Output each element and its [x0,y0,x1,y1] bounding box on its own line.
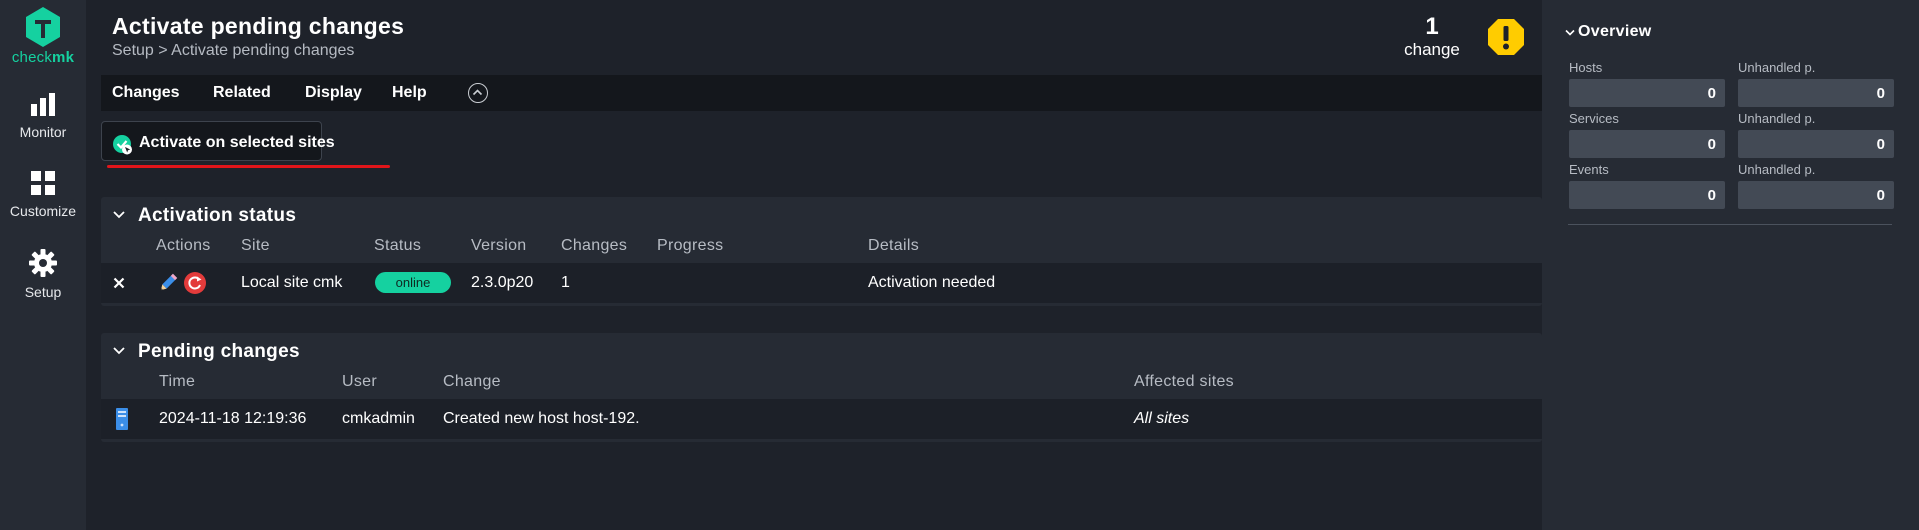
column-header: Status [374,237,422,254]
collapse-menu-icon[interactable] [468,83,488,103]
activation-status-columns: Actions Site Status Version Changes Prog… [101,233,1542,263]
site-changes: 1 [561,274,570,291]
pending-changes-panel: Pending changes Time User Change Affecte… [101,333,1542,442]
site-details: Activation needed [868,274,996,291]
column-header: Details [868,237,920,254]
stat-label-hosts: Hosts [1569,60,1603,75]
activate-selected-sites-button[interactable]: Activate on selected sites [101,121,335,161]
nav-item-setup[interactable]: Setup [0,248,86,300]
navigation-rail: checkmk Monitor Customize Setup [0,0,86,530]
sidebar-divider [1568,224,1892,225]
main-content: Activate pending changes Setup > Activat… [86,0,1542,530]
change-description: Created new host host-192. [443,410,640,427]
site-version: 2.3.0p20 [471,274,534,291]
close-icon[interactable] [112,276,126,290]
bar-chart-icon [31,93,55,116]
overview-sidebar: Overview Hosts Unhandled p. 0 0 Services… [1542,0,1919,530]
column-header: Actions [156,237,211,254]
nav-item-label: Monitor [19,124,67,140]
services-count[interactable]: 0 [1569,130,1725,158]
stat-value: 0 [1707,187,1716,204]
stat-value: 0 [1707,85,1716,102]
activate-button-label: Activate on selected sites [139,134,335,151]
column-header: Changes [561,237,628,254]
events-unhandled-count[interactable]: 0 [1738,181,1894,209]
stat-label-services: Services [1569,111,1619,126]
menu-changes[interactable]: Changes [112,84,180,102]
chevron-down-icon [113,347,125,355]
stat-label-unhandled: Unhandled p. [1738,60,1816,75]
stat-value: 0 [1876,187,1885,204]
brand-left: check [11,49,53,66]
chevron-down-icon[interactable] [1564,27,1576,39]
column-header: Site [241,237,270,254]
activate-check-icon [113,135,132,155]
column-header: Progress [657,237,724,254]
chevron-up-icon [472,89,483,96]
column-header: User [342,373,377,390]
stat-value: 0 [1876,85,1885,102]
highlight-underline [107,165,390,168]
column-header: Version [471,237,527,254]
brand-right: mk [52,49,75,66]
pending-changes-header[interactable]: Pending changes [101,333,1542,369]
grid-icon [31,171,55,195]
checkmk-logo[interactable]: checkmk [0,6,86,66]
services-unhandled-count[interactable]: 0 [1738,130,1894,158]
menu-display[interactable]: Display [305,84,362,102]
breadcrumb: Setup > Activate pending changes [112,42,355,59]
nav-item-label: Setup [24,284,62,300]
overview-title[interactable]: Overview [1578,23,1652,41]
activation-status-panel: Activation status Actions Site Status Ve… [101,197,1542,306]
affected-sites: All sites [1134,410,1190,427]
stat-label-unhandled: Unhandled p. [1738,162,1816,177]
change-user: cmkadmin [342,410,415,427]
column-header: Time [159,373,196,390]
warning-icon[interactable] [1487,18,1525,56]
hosts-unhandled-count[interactable]: 0 [1738,79,1894,107]
stat-label-events: Events [1569,162,1609,177]
column-header: Change [443,373,501,390]
pending-change-counter[interactable]: 1 change [1404,14,1460,60]
restart-icon[interactable] [183,271,207,295]
edit-pencil-icon[interactable] [157,272,179,294]
host-server-icon [116,408,128,430]
change-count-number: 1 [1425,13,1439,40]
stat-value: 0 [1876,136,1885,153]
change-count-label: change [1404,40,1460,59]
hosts-count[interactable]: 0 [1569,79,1725,107]
chevron-down-icon [113,211,125,219]
page-title: Activate pending changes [112,13,405,39]
menu-related[interactable]: Related [213,84,271,102]
menu-help[interactable]: Help [392,84,427,102]
stat-label-unhandled: Unhandled p. [1738,111,1816,126]
site-name: Local site cmk [241,274,343,291]
nav-item-customize[interactable]: Customize [0,169,86,219]
pending-changes-title: Pending changes [138,341,300,362]
gear-icon [29,249,57,277]
nav-item-label: Customize [9,203,77,219]
status-badge: online [375,272,451,293]
table-row: 2024-11-18 12:19:36 cmkadmin Created new… [101,399,1542,439]
stat-value: 0 [1707,136,1716,153]
nav-item-monitor[interactable]: Monitor [0,92,86,140]
column-header: Affected sites [1134,373,1234,390]
pending-changes-columns: Time User Change Affected sites [101,369,1542,399]
checkmk-logo-icon [26,7,60,47]
page-menu-bar: Changes Related Display Help [101,75,1542,111]
brand-name: checkmk [0,49,86,66]
table-row: Local site cmk online 2.3.0p20 1 Activat… [101,263,1542,303]
events-count[interactable]: 0 [1569,181,1725,209]
change-time: 2024-11-18 12:19:36 [159,410,307,427]
activation-status-title: Activation status [138,205,297,226]
activation-status-header[interactable]: Activation status [101,197,1542,233]
